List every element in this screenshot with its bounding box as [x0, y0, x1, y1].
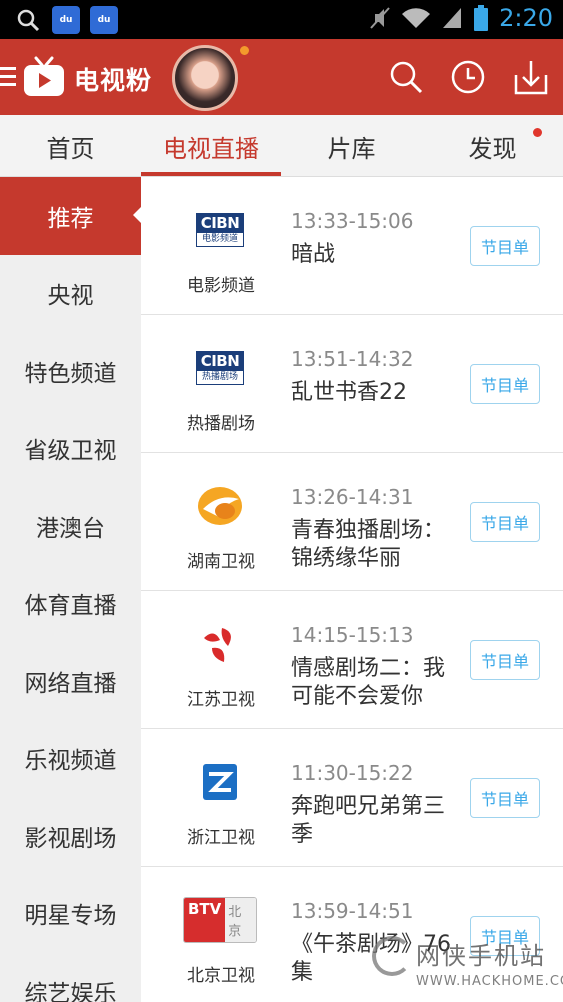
category-sidebar: 推荐 央视 特色频道 省级卫视 港澳台 体育直播 网络直播 乐视频道 影视剧场 … — [0, 177, 141, 1002]
hunan-tv-logo — [183, 481, 257, 531]
active-tab-indicator — [141, 172, 281, 176]
channel-name: 湖南卫视 — [187, 552, 255, 572]
program-guide-button[interactable]: 节目单 — [470, 778, 540, 818]
sidebar-item-variety[interactable]: 综艺娱乐 — [0, 952, 141, 1002]
program-title: 情感剧场二：我可能不会爱你 — [291, 656, 446, 709]
watermark-logo-icon — [372, 936, 412, 976]
sidebar-item-star[interactable]: 明星专场 — [0, 875, 141, 953]
program-guide-button[interactable]: 节目单 — [470, 364, 540, 404]
no-sound-icon — [370, 7, 390, 29]
clock: 2:20 — [499, 4, 553, 32]
sidebar-item-letv[interactable]: 乐视频道 — [0, 720, 141, 798]
program-guide-button[interactable]: 节目单 — [470, 226, 540, 266]
tab-library[interactable]: 片库 — [281, 115, 422, 177]
notification-dot — [238, 44, 251, 57]
program-title: 暗战 — [291, 242, 336, 267]
channel-name: 热播剧场 — [187, 414, 255, 434]
watermark-text: 网侠手机站 — [416, 942, 546, 970]
app-bar: 电视粉 — [0, 39, 563, 115]
wifi-icon — [402, 8, 431, 28]
history-clock-icon[interactable] — [450, 59, 486, 95]
program-title: 青春独播剧场：锦绣缘华丽 — [291, 518, 446, 571]
download-icon[interactable] — [513, 59, 549, 95]
sidebar-item-cctv[interactable]: 央视 — [0, 255, 141, 333]
program-time: 13:59-14:51 — [291, 899, 414, 923]
channel-row[interactable]: CIBN 电影频道 电影频道 13:33-15:06 暗战 节目单 — [141, 177, 563, 315]
app-title: 电视粉 — [74, 66, 153, 95]
channel-name: 江苏卫视 — [187, 690, 255, 710]
tab-discover[interactable]: 发现 — [422, 115, 563, 177]
sidebar-item-sports[interactable]: 体育直播 — [0, 565, 141, 643]
baidu-icon: du — [52, 6, 80, 34]
program-time: 13:26-14:31 — [291, 485, 414, 509]
baidu-icon: du — [90, 6, 118, 34]
menu-icon[interactable] — [0, 67, 16, 91]
channel-row[interactable]: CIBN 热播剧场 热播剧场 13:51-14:32 乱世书香22 节目单 — [141, 315, 563, 453]
tv-logo-icon — [24, 56, 64, 96]
channel-name: 浙江卫视 — [187, 828, 255, 848]
program-guide-button[interactable]: 节目单 — [470, 502, 540, 542]
signal-icon — [443, 8, 462, 28]
channel-name: 北京卫视 — [187, 966, 255, 986]
channel-row[interactable]: 湖南卫视 13:26-14:31 青春独播剧场：锦绣缘华丽 节目单 — [141, 453, 563, 591]
cibn-movie-logo: CIBN 电影频道 — [183, 205, 257, 255]
tab-bar: 首页 电视直播 片库 发现 — [0, 115, 563, 177]
program-guide-button[interactable]: 节目单 — [470, 640, 540, 680]
search-icon[interactable] — [388, 59, 424, 95]
btv-logo: BTV 北京 — [183, 895, 257, 945]
battery-icon — [474, 5, 489, 31]
program-time: 11:30-15:22 — [291, 761, 414, 785]
zhejiang-tv-logo — [183, 757, 257, 807]
sidebar-item-featured[interactable]: 特色频道 — [0, 332, 141, 410]
tab-home[interactable]: 首页 — [0, 115, 141, 177]
channel-list: CIBN 电影频道 电影频道 13:33-15:06 暗战 节目单 CIBN 热播剧… — [141, 177, 563, 1002]
program-time: 13:33-15:06 — [291, 209, 414, 233]
sidebar-item-recommended[interactable]: 推荐 — [0, 177, 141, 255]
program-title: 奔跑吧兄弟第三季 — [291, 794, 446, 847]
status-bar: du du 2:20 — [0, 0, 563, 39]
program-time: 14:15-15:13 — [291, 623, 414, 647]
program-time: 13:51-14:32 — [291, 347, 414, 371]
sidebar-item-online[interactable]: 网络直播 — [0, 642, 141, 720]
sidebar-item-hk-macau-tw[interactable]: 港澳台 — [0, 487, 141, 565]
jiangsu-tv-logo — [183, 619, 257, 669]
watermark-url: WWW.HACKHOME.COM — [416, 974, 563, 989]
channel-row[interactable]: 江苏卫视 14:15-15:13 情感剧场二：我可能不会爱你 节目单 — [141, 591, 563, 729]
sidebar-item-provincial[interactable]: 省级卫视 — [0, 410, 141, 488]
program-title: 乱世书香22 — [291, 380, 407, 405]
watermark: 网侠手机站 WWW.HACKHOME.COM — [370, 930, 563, 1000]
tab-tv-live[interactable]: 电视直播 — [141, 115, 281, 177]
cibn-drama-logo: CIBN 热播剧场 — [183, 343, 257, 393]
search-icon — [14, 6, 42, 34]
sidebar-item-drama[interactable]: 影视剧场 — [0, 797, 141, 875]
avatar[interactable] — [172, 45, 238, 111]
channel-row[interactable]: 浙江卫视 11:30-15:22 奔跑吧兄弟第三季 节目单 — [141, 729, 563, 867]
channel-name: 电影频道 — [187, 276, 255, 296]
notification-dot — [533, 128, 542, 137]
